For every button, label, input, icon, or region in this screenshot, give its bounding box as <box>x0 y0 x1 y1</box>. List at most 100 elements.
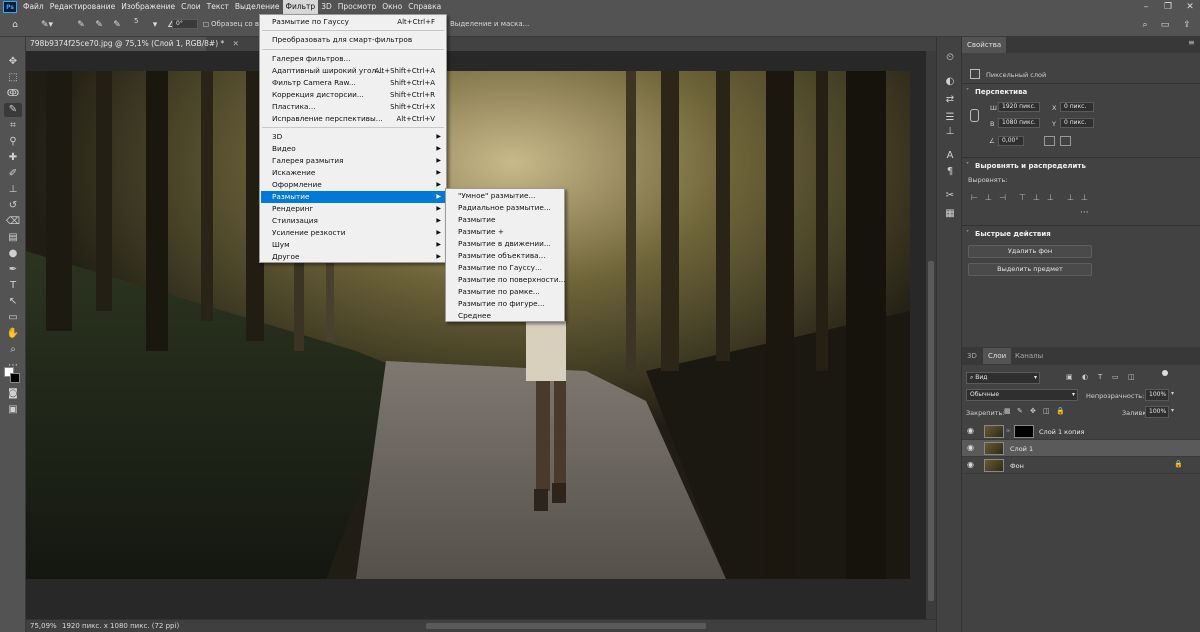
menu-help[interactable]: Справка <box>405 0 444 14</box>
close-tab-icon[interactable]: ✕ <box>233 39 239 48</box>
menu-item-blur[interactable]: Размытие ▶ <box>261 191 445 203</box>
lock-position-icon[interactable]: ✥ <box>1030 407 1036 415</box>
document-canvas[interactable] <box>26 71 910 579</box>
y-input[interactable]: 0 пикс. <box>1060 118 1094 128</box>
brush-tool-icon[interactable]: ✐ <box>4 167 22 181</box>
flip-horizontal-icon[interactable] <box>1044 136 1055 146</box>
submenu-item-blur[interactable]: Размытие <box>447 214 563 226</box>
lock-all-icon[interactable]: 🔒 <box>1056 407 1065 415</box>
scrollbar-thumb[interactable] <box>928 261 934 601</box>
submenu-item-blur-more[interactable]: Размытие + <box>447 226 563 238</box>
distribute-icon[interactable]: ⊥ <box>1066 193 1075 202</box>
hand-tool-icon[interactable]: ✋ <box>4 327 22 341</box>
submenu-item-motion-blur[interactable]: Размытие в движении... <box>447 238 563 250</box>
menu-file[interactable]: Файл <box>20 0 47 14</box>
lock-transparent-icon[interactable]: ▦ <box>1004 407 1011 415</box>
menu-item-vanishing-point[interactable]: Исправление перспективы... Alt+Ctrl+V <box>261 113 445 125</box>
align-middle-v-icon[interactable]: ⊥ <box>1032 193 1041 202</box>
menu-text[interactable]: Текст <box>204 0 232 14</box>
menu-3d[interactable]: 3D <box>318 0 335 14</box>
navigator-panel-icon[interactable]: ▦ <box>942 207 958 221</box>
more-options-icon[interactable]: ··· <box>1080 208 1089 218</box>
fill-input[interactable]: 100% <box>1145 406 1169 418</box>
libraries-panel-icon[interactable]: ☰ <box>942 111 958 125</box>
menu-item-3d[interactable]: 3D ▶ <box>261 131 445 143</box>
align-right-icon[interactable]: ⊣ <box>998 193 1007 202</box>
menu-item-other[interactable]: Другое ▶ <box>261 251 445 263</box>
zoom-tool-icon[interactable]: ⌕ <box>4 343 22 357</box>
chevron-down-icon[interactable]: ▾ <box>1171 390 1174 397</box>
chevron-down-icon[interactable]: ▾ <box>150 18 160 32</box>
menu-item-stylize[interactable]: Стилизация ▶ <box>261 215 445 227</box>
distribute-icon[interactable]: ⊥ <box>1080 193 1089 202</box>
filter-toggle-icon[interactable] <box>1162 370 1168 376</box>
menu-item-render[interactable]: Рендеринг ▶ <box>261 203 445 215</box>
filter-type-icon[interactable]: T <box>1098 373 1102 381</box>
link-dimensions-icon[interactable] <box>970 109 979 122</box>
eraser-tool-icon[interactable]: ⌫ <box>4 215 22 229</box>
submenu-item-lens-blur[interactable]: Размытие объектива... <box>447 250 563 262</box>
lasso-tool-icon[interactable]: ↂ <box>4 87 22 101</box>
restore-icon[interactable]: ❐ <box>1158 0 1178 14</box>
layer-row[interactable]: ◉ ∞ Слой 1 копия <box>962 423 1200 440</box>
submenu-item-shape-blur[interactable]: Размытие по фигуре... <box>447 298 563 310</box>
marquee-tool-icon[interactable]: ⬚ <box>4 71 22 85</box>
submenu-item-average[interactable]: Среднее <box>447 310 563 322</box>
add-to-selection-icon[interactable]: ✎ <box>92 18 106 32</box>
align-bottom-icon[interactable]: ⊥ <box>1046 193 1055 202</box>
chevron-down-icon[interactable]: ▾ <box>1171 407 1174 414</box>
menu-item-liquify[interactable]: Пластика... Shift+Ctrl+X <box>261 101 445 113</box>
path-selection-tool-icon[interactable]: ↖ <box>4 295 22 309</box>
menu-select[interactable]: Выделение <box>232 0 283 14</box>
align-top-icon[interactable]: ⊤ <box>1018 193 1027 202</box>
search-icon[interactable]: ⌕ <box>1138 18 1152 32</box>
menu-item-pixelate[interactable]: Оформление ▶ <box>261 179 445 191</box>
lock-artboard-icon[interactable]: ◫ <box>1043 407 1050 415</box>
width-input[interactable]: 1920 пикс. <box>998 102 1040 112</box>
screen-mode-icon[interactable]: ▣ <box>4 403 22 417</box>
menu-item-video[interactable]: Видео ▶ <box>261 143 445 155</box>
gradient-tool-icon[interactable]: ▤ <box>4 231 22 245</box>
remove-background-button[interactable]: Удалить фон <box>968 245 1092 258</box>
menu-item-noise[interactable]: Шум ▶ <box>261 239 445 251</box>
clone-stamp-tool-icon[interactable]: ⊥ <box>4 183 22 197</box>
minimize-icon[interactable]: – <box>1136 0 1156 14</box>
close-icon[interactable]: ✕ <box>1180 0 1200 14</box>
eyedropper-tool-icon[interactable]: ⚲ <box>4 135 22 149</box>
menu-item-distort[interactable]: Искажение ▶ <box>261 167 445 179</box>
workspace-icon[interactable]: ▭ <box>1158 18 1172 32</box>
eye-icon[interactable]: ◉ <box>967 443 974 452</box>
layer-row-selected[interactable]: ◉ Слой 1 <box>962 440 1200 457</box>
background-color-swatch[interactable] <box>10 373 20 383</box>
crop-tool-icon[interactable]: ⌗ <box>4 119 22 133</box>
filter-adjustment-icon[interactable]: ◐ <box>1082 373 1088 381</box>
submenu-item-surface-blur[interactable]: Размытие по поверхности... <box>447 274 566 286</box>
submenu-item-radial-blur[interactable]: Радиальное размытие... <box>447 202 563 214</box>
eye-icon[interactable]: ◉ <box>967 426 974 435</box>
quick-selection-tool-icon[interactable]: ✎ <box>4 103 22 117</box>
menu-item-blur-gallery[interactable]: Галерея размытия ▶ <box>261 155 445 167</box>
menu-item-lens-correction[interactable]: Коррекция дисторсии... Shift+Ctrl+R <box>261 89 445 101</box>
document-tab[interactable]: 798b9374f25ce70.jpg @ 75,1% (Слой 1, RGB… <box>26 37 239 51</box>
align-left-icon[interactable]: ⊢ <box>970 193 979 202</box>
layer-kind-filter[interactable]: ⌕ Вид ▾ <box>966 372 1040 384</box>
filter-shape-icon[interactable]: ▭ <box>1112 373 1119 381</box>
brush-size-value[interactable]: 5 <box>134 17 138 25</box>
select-subject-button[interactable]: Выделить предмет <box>968 263 1092 276</box>
chain-link-icon[interactable]: ∞ <box>1006 428 1010 434</box>
history-panel-icon[interactable]: ⏲ <box>942 51 958 65</box>
menu-item-gaussian-blur-last[interactable]: Размытие по Гауссу Alt+Ctrl+F <box>261 16 445 28</box>
type-tool-icon[interactable]: T <box>4 279 22 293</box>
layer-row[interactable]: ◉ Фон 🔒 <box>962 457 1200 474</box>
menu-edit[interactable]: Редактирование <box>47 0 118 14</box>
quick-mask-icon[interactable]: ◙ <box>4 387 22 401</box>
tab-properties[interactable]: Свойства <box>962 37 1007 53</box>
menu-filter[interactable]: Фильтр <box>282 0 319 14</box>
submenu-item-box-blur[interactable]: Размытие по рамке... <box>447 286 563 298</box>
document-size-info[interactable]: 1920 пикс. x 1080 пикс. (72 ppi) <box>62 622 179 630</box>
zoom-level[interactable]: 75,09% <box>30 622 57 630</box>
sample-all-checkbox[interactable]: ☐ <box>202 18 210 32</box>
align-center-h-icon[interactable]: ⊥ <box>984 193 993 202</box>
lock-pixels-icon[interactable]: ✎ <box>1017 407 1023 415</box>
filter-smart-object-icon[interactable]: ◫ <box>1128 373 1135 381</box>
